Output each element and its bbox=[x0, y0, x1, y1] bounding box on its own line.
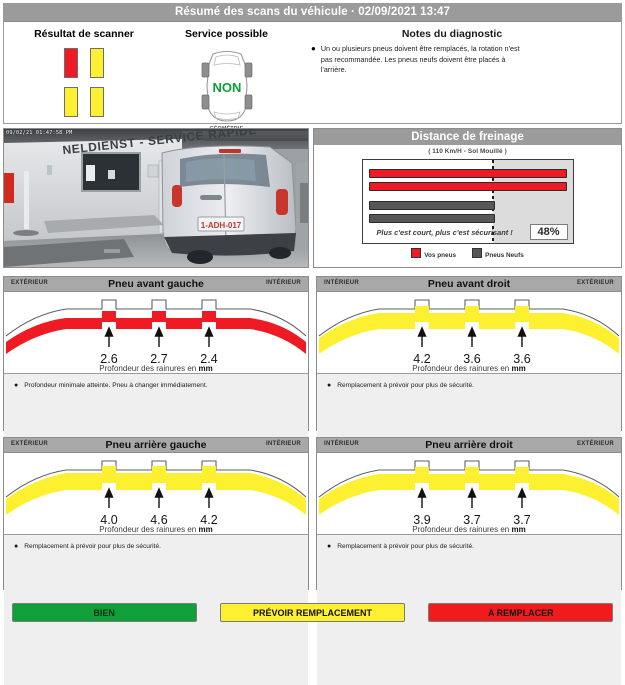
tire-header-rear-right: INTÉRIEUR Pneu arrière droit EXTÉRIEUR bbox=[317, 438, 621, 453]
service-answer: NON bbox=[212, 80, 241, 95]
scanner-chip-rear-left bbox=[64, 87, 78, 117]
tire-header-rear-left: EXTÉRIEUR Pneu arrière gauche INTÉRIEUR bbox=[4, 438, 308, 453]
braking-distance-title: Distance de freinage bbox=[314, 129, 621, 145]
tire-depth-3: 4.2 bbox=[200, 513, 218, 527]
bullet-icon: ● bbox=[14, 382, 19, 389]
tire-depth-2: 3.6 bbox=[463, 352, 481, 366]
tire-name: Pneu arrière droit bbox=[425, 439, 513, 451]
tire-depth-3: 3.6 bbox=[513, 352, 531, 366]
summary-columns: Résultat de scanner Service possible NON… bbox=[4, 22, 621, 132]
tire-note-text: Remplacement à prévoir pour plus de sécu… bbox=[24, 543, 161, 550]
tire-tread-diagram-rear-left: 4.0 4.6 4.2 bbox=[4, 453, 308, 528]
scanner-chip-front-left bbox=[64, 48, 78, 78]
tire-tread-diagram-front-left: 2.6 2.7 2.4 bbox=[4, 292, 308, 367]
diagnostic-notes-heading: Notes du diagnostic bbox=[401, 28, 503, 40]
tire-depth-values: 4.2 3.6 3.6 bbox=[317, 336, 621, 366]
tire-panel-front-left: EXTÉRIEUR Pneu avant gauche INTÉRIEUR 2.… bbox=[3, 276, 309, 526]
tire-note-text: Remplacement à prévoir pour plus de sécu… bbox=[337, 382, 474, 389]
tire-side-right-label: INTÉRIEUR bbox=[265, 280, 301, 286]
license-plate: 1-ADH-017 bbox=[201, 221, 242, 230]
legend-status-warning: PRÉVOIR REMPLACEMENT bbox=[219, 602, 405, 622]
scanner-result-section: Résultat de scanner bbox=[4, 28, 164, 124]
photo-timestamp: 09/02/21 01:47:58 PM bbox=[6, 130, 73, 136]
tire-panel-front-right: INTÉRIEUR Pneu avant droit EXTÉRIEUR 4.2… bbox=[316, 276, 622, 526]
diagnostic-note-item: ● Un ou plusieurs pneus doivent être rem… bbox=[289, 44, 615, 76]
chart-bar-pneus-neufs-1 bbox=[368, 201, 495, 210]
tire-depth-2: 2.7 bbox=[150, 352, 168, 366]
tire-name: Pneu avant droit bbox=[427, 278, 511, 290]
vehicle-scan-summary-panel: Résumé des scans du véhicule · 02/09/202… bbox=[3, 3, 622, 132]
tire-depth-2: 3.7 bbox=[463, 513, 481, 527]
tire-panel-rear-right: INTÉRIEUR Pneu arrière droit EXTÉRIEUR 3… bbox=[316, 437, 622, 685]
bullet-icon: ● bbox=[311, 44, 316, 53]
tire-name: Pneu arrière gauche bbox=[105, 439, 207, 451]
tire-header-front-left: EXTÉRIEUR Pneu avant gauche INTÉRIEUR bbox=[4, 277, 308, 292]
tire-depth-1: 4.0 bbox=[100, 513, 118, 527]
tire-side-right-label: EXTÉRIEUR bbox=[576, 280, 614, 286]
chart-bar-vos-pneus-1 bbox=[368, 169, 567, 178]
scanner-result-heading: Résultat de scanner bbox=[34, 28, 134, 40]
chart-legend: Vos pneus Pneus Neufs bbox=[314, 248, 621, 259]
page-title: Résumé des scans du véhicule · 02/09/202… bbox=[4, 4, 621, 22]
braking-distance-subtitle: ( 110 Km/H - Sol Mouillé ) bbox=[428, 148, 507, 155]
braking-distance-panel: Distance de freinage ( 110 Km/H - Sol Mo… bbox=[313, 128, 622, 268]
bullet-icon: ● bbox=[327, 382, 332, 389]
tire-panel-rear-left: EXTÉRIEUR Pneu arrière gauche INTÉRIEUR … bbox=[3, 437, 309, 685]
tire-depth-values: 4.0 4.6 4.2 bbox=[4, 497, 308, 527]
tire-depth-values: 3.9 3.7 3.7 bbox=[317, 497, 621, 527]
tire-side-right-label: EXTÉRIEUR bbox=[576, 441, 614, 447]
legend-swatch-pneus-neufs bbox=[472, 248, 483, 258]
tire-tread-diagram-rear-right: 3.9 3.7 3.7 bbox=[317, 453, 621, 528]
white-van-icon: 1-ADH-017 bbox=[161, 145, 297, 264]
braking-distance-chart: Plus c'est court, plus c'est sécurisant … bbox=[361, 159, 574, 244]
tire-side-left-label: INTÉRIEUR bbox=[324, 441, 360, 447]
tire-depth-values: 2.6 2.7 2.4 bbox=[4, 336, 308, 366]
tire-depth-1: 3.9 bbox=[413, 513, 431, 527]
tire-note-text: Remplacement à prévoir pour plus de sécu… bbox=[337, 543, 474, 550]
legend-label-pneus-neufs: Pneus Neufs bbox=[485, 252, 524, 259]
scanner-chip-rear-right bbox=[90, 87, 104, 117]
car-top-view-icon: NON bbox=[201, 50, 252, 122]
diagnostic-notes-section: Notes du diagnostic ● Un ou plusieurs pn… bbox=[289, 28, 621, 124]
legend-swatch-vos-pneus bbox=[411, 248, 422, 258]
tire-side-left-label: EXTÉRIEUR bbox=[11, 280, 49, 286]
status-legend-bar: BIEN PRÉVOIR REMPLACEMENT A REMPLACER bbox=[0, 600, 625, 624]
service-possible-section: Service possible NON GÉOMÉTRIE bbox=[164, 28, 289, 132]
vehicle-photo-panel: 1-ADH-017 NELDIENST - SERVICE RAPIDE 09/… bbox=[3, 128, 309, 268]
scanner-chip-grid bbox=[58, 48, 110, 117]
legend-item-pneus-neufs: Pneus Neufs bbox=[472, 248, 524, 259]
tire-depth-2: 4.6 bbox=[150, 513, 168, 527]
bullet-icon: ● bbox=[14, 543, 19, 550]
tire-depth-3: 2.4 bbox=[200, 352, 218, 366]
tire-side-left-label: INTÉRIEUR bbox=[324, 280, 360, 286]
chart-caption: Plus c'est court, plus c'est sécurisant … bbox=[376, 228, 513, 237]
scanner-chip-front-right bbox=[90, 48, 104, 78]
tire-tread-diagram-front-right: 4.2 3.6 3.6 bbox=[317, 292, 621, 367]
bullet-icon: ● bbox=[327, 543, 332, 550]
legend-status-good: BIEN bbox=[11, 602, 197, 622]
tire-note-text: Profondeur minimale atteinte. Pneu à cha… bbox=[24, 382, 208, 389]
vehicle-photo: 1-ADH-017 NELDIENST - SERVICE RAPIDE 09/… bbox=[4, 129, 308, 267]
tire-name: Pneu avant gauche bbox=[108, 278, 204, 290]
tire-side-right-label: INTÉRIEUR bbox=[265, 441, 301, 447]
tire-depth-3: 3.7 bbox=[513, 513, 531, 527]
garage-photo-graphic: 1-ADH-017 bbox=[4, 129, 308, 267]
tire-side-left-label: EXTÉRIEUR bbox=[11, 441, 49, 447]
car-geometry-diagram: NON GÉOMÉTRIE bbox=[195, 48, 259, 132]
diagnostic-note-text: Un ou plusieurs pneus doivent être rempl… bbox=[320, 44, 520, 74]
legend-item-vos-pneus: Vos pneus bbox=[411, 248, 456, 259]
chart-percent-badge: 48% bbox=[529, 224, 568, 240]
service-possible-heading: Service possible bbox=[185, 28, 268, 40]
legend-label-vos-pneus: Vos pneus bbox=[424, 252, 457, 259]
chart-bar-vos-pneus-2 bbox=[368, 182, 567, 191]
legend-status-replace: A REMPLACER bbox=[428, 602, 614, 622]
tire-depth-1: 2.6 bbox=[100, 352, 118, 366]
chart-bar-pneus-neufs-2 bbox=[368, 214, 495, 223]
tire-header-front-right: INTÉRIEUR Pneu avant droit EXTÉRIEUR bbox=[317, 277, 621, 292]
tire-depth-1: 4.2 bbox=[413, 352, 431, 366]
